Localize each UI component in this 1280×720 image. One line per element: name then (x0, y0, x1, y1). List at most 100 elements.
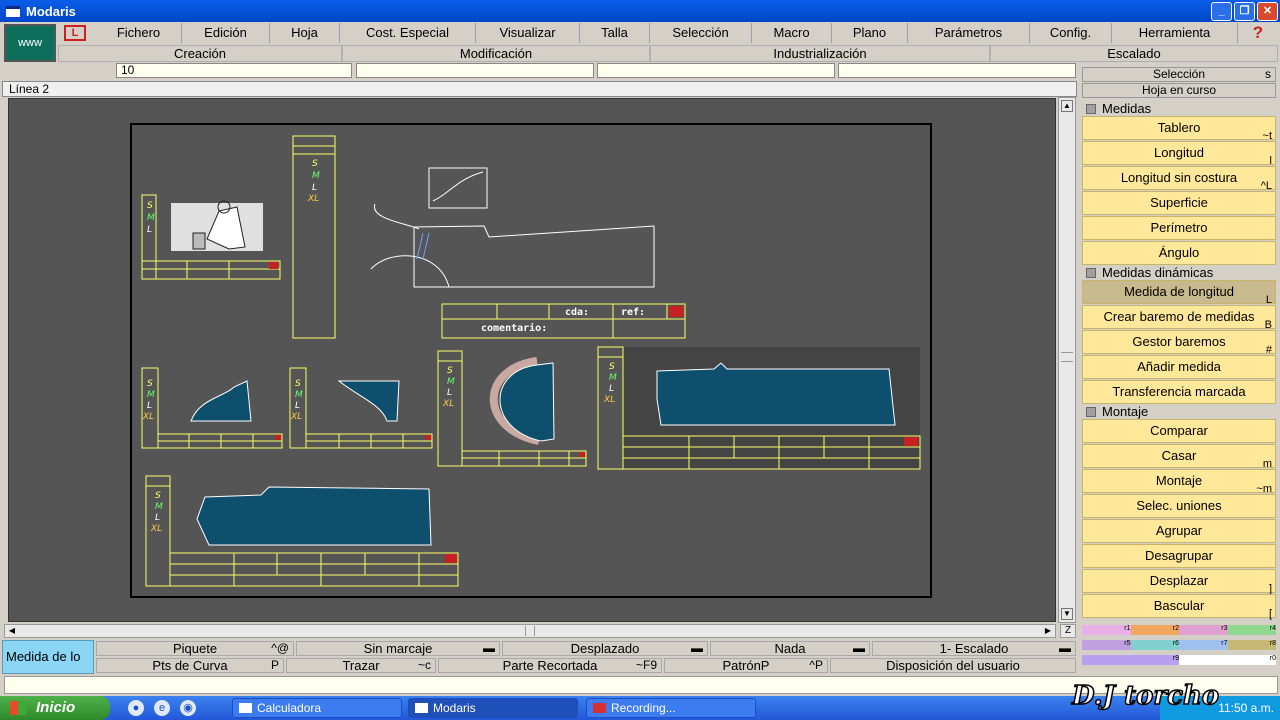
btn-medida-de-longitud[interactable]: Medida de longitud L (1082, 280, 1276, 306)
value-field-2[interactable] (356, 63, 594, 78)
menu-visualizar[interactable]: Visualizar (476, 23, 580, 43)
btn-angulo[interactable]: Ángulo (1082, 241, 1276, 265)
desktop-icon[interactable]: ● (128, 700, 144, 716)
piece-small-2[interactable]: S M L XL (289, 367, 433, 449)
size-l: L (312, 183, 317, 193)
close-button[interactable]: ✕ (1257, 2, 1278, 21)
selection-header[interactable]: Selección s (1082, 67, 1276, 82)
tab-escalado[interactable]: Escalado (990, 45, 1278, 62)
piece-small-1[interactable]: S M L XL (141, 367, 283, 449)
opt-sin-marcaje[interactable]: Sin marcaje ▬ (296, 641, 500, 656)
menu-parametros[interactable]: Parámetros (908, 23, 1030, 43)
outline-pieces[interactable] (370, 167, 655, 288)
pattern-sheet: S M L S M L XL cda: ref: comentario: S M… (130, 123, 932, 598)
opt-escalado[interactable]: 1- Escalado ▬ (872, 641, 1076, 656)
task-modaris[interactable]: Modaris (408, 698, 578, 718)
opt-desplazado[interactable]: Desplazado ▬ (502, 641, 708, 656)
tab-creacion[interactable]: Creación (58, 45, 342, 62)
menu-edicion[interactable]: Edición (182, 23, 270, 43)
menu-cost-especial[interactable]: Cost. Especial (340, 23, 476, 43)
menu-config[interactable]: Config. (1030, 23, 1112, 43)
piece-large-1[interactable]: S M L XL (597, 346, 921, 470)
watermark-logo: D.J torcho (1070, 680, 1220, 712)
tab-industrializacion[interactable]: Industrialización (650, 45, 990, 62)
layer-bar-2[interactable]: r5 r6 r7 r8 (1082, 640, 1276, 650)
size-m: M (447, 377, 455, 387)
hscroll-thumb[interactable] (525, 626, 535, 636)
vertical-scrollbar[interactable]: ▲ ▼ (1058, 97, 1076, 623)
btn-selec-uniones[interactable]: Selec. uniones (1082, 494, 1276, 518)
menu-seleccion[interactable]: Selección (650, 23, 752, 43)
btn-perimetro[interactable]: Perímetro (1082, 216, 1276, 240)
piece-large-2[interactable]: S M L XL (145, 475, 459, 587)
tab-modificacion[interactable]: Modificación (342, 45, 650, 62)
btn-superficie[interactable]: Superficie (1082, 191, 1276, 215)
start-button[interactable]: Inicio (0, 696, 110, 720)
value-field-1[interactable]: 10 (116, 63, 352, 78)
size-l: L (609, 384, 614, 394)
help-icon[interactable]: ? (1247, 23, 1269, 43)
www-button[interactable]: www (4, 24, 56, 62)
btn-transferencia-marcada[interactable]: Transferencia marcada (1082, 380, 1276, 404)
drawing-canvas[interactable]: S M L S M L XL cda: ref: comentario: S M… (8, 98, 1056, 622)
opt-parte-recortada[interactable]: Parte Recortada ~F9 (438, 658, 662, 673)
piece-tall-column[interactable]: S M L XL (292, 135, 336, 339)
opt-patronp[interactable]: PatrónP ^P (664, 658, 828, 673)
ie-icon[interactable]: e (154, 700, 170, 716)
scroll-left-icon[interactable]: ◀ (6, 625, 18, 637)
horizontal-scrollbar[interactable]: ◀ ▶ (4, 624, 1056, 638)
scroll-right-icon[interactable]: ▶ (1042, 625, 1054, 637)
menu-talla[interactable]: Talla (580, 23, 650, 43)
scroll-down-icon[interactable]: ▼ (1061, 608, 1073, 620)
menu-herramienta[interactable]: Herramienta (1112, 23, 1238, 43)
maximize-button[interactable]: ❐ (1234, 2, 1255, 21)
size-s: S (147, 379, 153, 389)
btn-desagrupar[interactable]: Desagrupar (1082, 544, 1276, 568)
task-recording[interactable]: Recording... (586, 698, 756, 718)
btn-longitud[interactable]: Longitud l (1082, 141, 1276, 167)
lectra-logo-icon[interactable]: L (64, 25, 86, 41)
btn-comparar[interactable]: Comparar (1082, 419, 1276, 443)
value-field-4[interactable] (838, 63, 1076, 78)
btn-casar[interactable]: Casar m (1082, 444, 1276, 470)
btn-montaje[interactable]: Montaje ~m (1082, 469, 1276, 495)
cda-label: cda: (565, 307, 589, 318)
scroll-up-icon[interactable]: ▲ (1061, 100, 1073, 112)
layer-bar-1[interactable]: r1 r2 r3 r4 (1082, 625, 1276, 635)
size-s: S (295, 379, 301, 389)
minimize-button[interactable]: _ (1211, 2, 1232, 21)
value-field-3[interactable] (597, 63, 835, 78)
size-l: L (447, 388, 452, 398)
selection-shortcut: s (1265, 67, 1271, 81)
btn-agrupar[interactable]: Agrupar (1082, 519, 1276, 543)
opt-disposicion-usuario[interactable]: Disposición del usuario (830, 658, 1076, 673)
layer-bar-3[interactable]: r9 r0 (1082, 655, 1276, 665)
btn-gestor-baremos[interactable]: Gestor baremos # (1082, 330, 1276, 356)
btn-longitud-sin-costura[interactable]: Longitud sin costura ^L (1082, 166, 1276, 192)
size-s: S (147, 201, 153, 211)
opt-pts-de-curva[interactable]: Pts de Curva P (96, 658, 284, 673)
menu-hoja[interactable]: Hoja (270, 23, 340, 43)
modaris-window: Modaris _ ❐ ✕ www L Fichero Edición Hoja… (0, 0, 1280, 720)
size-m: M (147, 390, 155, 400)
menu-macro[interactable]: Macro (752, 23, 832, 43)
dropdown-icon: ▬ (483, 641, 495, 655)
menu-plano[interactable]: Plano (832, 23, 908, 43)
task-calculadora[interactable]: Calculadora (232, 698, 402, 718)
menu-fichero[interactable]: Fichero (96, 23, 182, 43)
opt-piquete[interactable]: Piquete ^@ (96, 641, 294, 656)
btn-crear-baremo[interactable]: Crear baremo de medidas B (1082, 305, 1276, 331)
size-l: L (295, 401, 300, 411)
btn-desplazar[interactable]: Desplazar] (1082, 569, 1276, 595)
sheet-header[interactable]: Hoja en curso (1082, 83, 1276, 98)
btn-bascular[interactable]: Bascular[ (1082, 594, 1276, 620)
btn-tablero[interactable]: Tablero ~t (1082, 116, 1276, 142)
opt-nada[interactable]: Nada ▬ (710, 641, 870, 656)
btn-anadir-medida[interactable]: Añadir medida (1082, 355, 1276, 379)
piece-with-image[interactable]: S M L (141, 194, 281, 280)
scroll-thumb[interactable] (1061, 352, 1073, 362)
zoom-box[interactable]: Z (1060, 624, 1076, 638)
media-icon[interactable]: ◉ (180, 700, 196, 716)
piece-curved[interactable]: S M L XL (437, 350, 587, 467)
opt-trazar[interactable]: Trazar ~c (286, 658, 436, 673)
